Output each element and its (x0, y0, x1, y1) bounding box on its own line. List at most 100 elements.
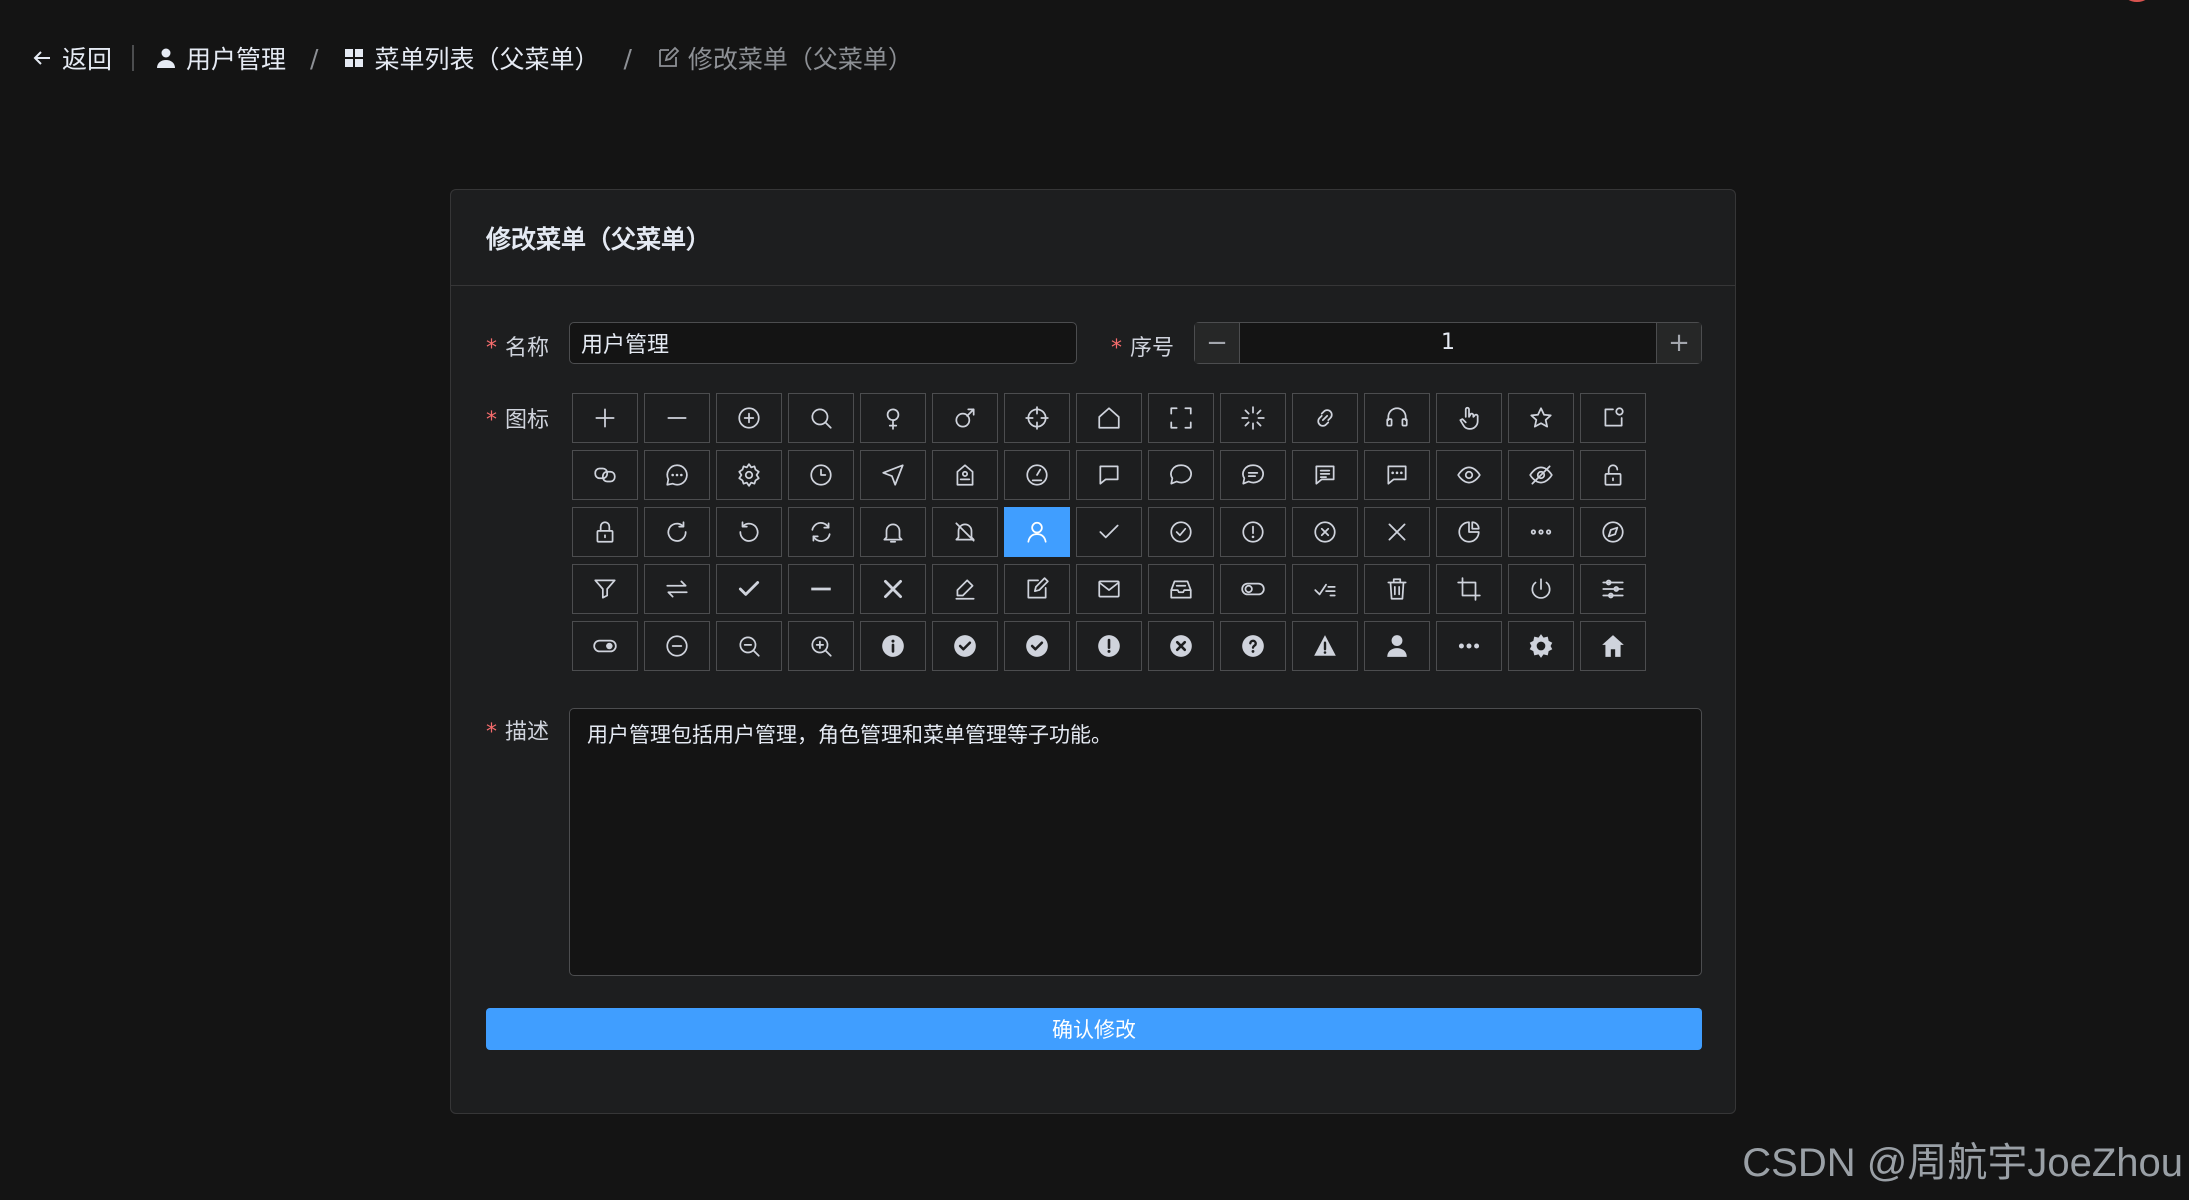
icon-option-operation[interactable] (1580, 564, 1646, 614)
switch-button-icon (1531, 578, 1551, 599)
icon-option-notification[interactable] (1580, 393, 1646, 443)
icon-option-position[interactable] (860, 450, 926, 500)
name-input[interactable] (569, 322, 1077, 364)
icon-option-chat-dot-square[interactable] (1364, 450, 1430, 500)
icon-option-home-filled[interactable] (1580, 621, 1646, 671)
info-filled-icon (882, 635, 904, 657)
icon-option-chat-line-round[interactable] (1220, 450, 1286, 500)
back-label: 返回 (62, 45, 113, 74)
plus-icon (595, 408, 615, 428)
icon-option-select[interactable] (716, 564, 782, 614)
icon-option-compass[interactable] (1580, 507, 1646, 557)
icon-option-search[interactable] (788, 393, 854, 443)
icon-option-male[interactable] (932, 393, 998, 443)
icon-option-house[interactable] (1076, 393, 1142, 443)
icon-option-message[interactable] (1076, 564, 1142, 614)
icon-option-aim[interactable] (1004, 393, 1070, 443)
icon-option-unlock[interactable] (1580, 450, 1646, 500)
icon-option-bell[interactable] (860, 507, 926, 557)
icon-option-minus[interactable] (644, 393, 710, 443)
breadcrumb-item-menu-list[interactable]: 菜单列表（父菜单） (342, 40, 599, 76)
icon-option-link[interactable] (1292, 393, 1358, 443)
icon-option-service[interactable] (1364, 393, 1430, 443)
icon-option-circle-check[interactable] (1148, 507, 1214, 557)
icon-option-turn-off[interactable] (1220, 564, 1286, 614)
icon-option-warning-filled[interactable] (1076, 621, 1142, 671)
icon-option-edit[interactable] (1004, 564, 1070, 614)
icon-option-crop[interactable] (1436, 564, 1502, 614)
icon-option-discount[interactable] (932, 450, 998, 500)
icon-picker (569, 393, 1646, 678)
increment-button[interactable]: + (1656, 323, 1701, 363)
service-icon (1386, 407, 1408, 427)
icon-option-view[interactable] (1436, 450, 1502, 500)
crop-icon (1457, 577, 1481, 601)
icon-option-message-box[interactable] (1148, 564, 1214, 614)
icon-option-star[interactable] (1508, 393, 1574, 443)
icon-option-filter[interactable] (572, 564, 638, 614)
icon-option-edit-pen[interactable] (932, 564, 998, 614)
icon-option-refresh-left[interactable] (716, 507, 782, 557)
icon-option-info-filled[interactable] (860, 621, 926, 671)
icon-option-finished[interactable] (1292, 564, 1358, 614)
icon-option-check[interactable] (1076, 507, 1142, 557)
icon-option-chat-dot-round[interactable] (644, 450, 710, 500)
description-textarea[interactable] (569, 708, 1702, 976)
icon-option-success-filled[interactable] (1004, 621, 1070, 671)
icon-option-open[interactable] (572, 621, 638, 671)
icon-option-pie-chart[interactable] (1436, 507, 1502, 557)
icon-option-user[interactable] (1004, 507, 1070, 557)
icon-option-full-screen[interactable] (1148, 393, 1214, 443)
icon-option-loading[interactable] (1220, 393, 1286, 443)
icon-option-circle-check-filled[interactable] (932, 621, 998, 671)
grid-icon (345, 49, 364, 67)
icon-option-more[interactable] (1508, 507, 1574, 557)
chat-dot-round-icon (666, 464, 688, 486)
icon-option-close[interactable] (1364, 507, 1430, 557)
refresh-right-icon (667, 521, 687, 542)
confirm-edit-button[interactable]: 确认修改 (486, 1008, 1702, 1050)
breadcrumb-item-user-management[interactable]: 用户管理 (154, 40, 286, 76)
icon-option-hide[interactable] (1508, 450, 1574, 500)
order-value[interactable]: 1 (1240, 323, 1656, 363)
icon-option-setting[interactable] (716, 450, 782, 500)
icon-option-zoom-in[interactable] (788, 621, 854, 671)
icon-option-clock[interactable] (788, 450, 854, 500)
icon-option-remove[interactable] (644, 621, 710, 671)
icon-option-plus[interactable] (572, 393, 638, 443)
back-button[interactable]: 返回 (30, 40, 112, 76)
circle-close-filled-icon (1170, 635, 1192, 657)
icon-option-question-filled[interactable] (1220, 621, 1286, 671)
icon-option-circle-close-filled[interactable] (1148, 621, 1214, 671)
icon-option-zoom-out[interactable] (716, 621, 782, 671)
icon-option-tools[interactable] (1508, 621, 1574, 671)
icon-option-odometer[interactable] (1004, 450, 1070, 500)
order-label-text: 序号 (1130, 336, 1175, 361)
icon-option-semi-select[interactable] (788, 564, 854, 614)
icon-option-warn-triangle-filled[interactable] (1292, 621, 1358, 671)
icon-option-circle-plus[interactable] (716, 393, 782, 443)
icon-option-pointer[interactable] (1436, 393, 1502, 443)
icon-option-chat-square[interactable] (1076, 450, 1142, 500)
icon-option-connection[interactable] (572, 450, 638, 500)
icon-option-female[interactable] (860, 393, 926, 443)
icon-option-circle-close[interactable] (1292, 507, 1358, 557)
minus-icon (667, 417, 687, 419)
icon-option-delete[interactable] (1364, 564, 1430, 614)
icon-option-mute-notification[interactable] (932, 507, 998, 557)
edit-menu-card: 修改菜单（父菜单） * 名称 * 序号 − 1 + * 图标 * 描述 确认修改 (450, 189, 1736, 1114)
icon-option-more-filled[interactable] (1436, 621, 1502, 671)
icon-option-warning[interactable] (1220, 507, 1286, 557)
icon-option-switch-button[interactable] (1508, 564, 1574, 614)
icon-option-user-filled[interactable] (1364, 621, 1430, 671)
lock-icon (596, 521, 614, 543)
icon-option-refresh-right[interactable] (644, 507, 710, 557)
icon-option-refresh[interactable] (788, 507, 854, 557)
icon-option-chat-line-square[interactable] (1292, 450, 1358, 500)
icon-option-chat-round[interactable] (1148, 450, 1214, 500)
icon-option-lock[interactable] (572, 507, 638, 557)
breadcrumb-label: 菜单列表（父菜单） (374, 45, 600, 74)
decrement-button[interactable]: − (1195, 323, 1240, 363)
icon-option-switch[interactable] (644, 564, 710, 614)
icon-option-close-bold[interactable] (860, 564, 926, 614)
